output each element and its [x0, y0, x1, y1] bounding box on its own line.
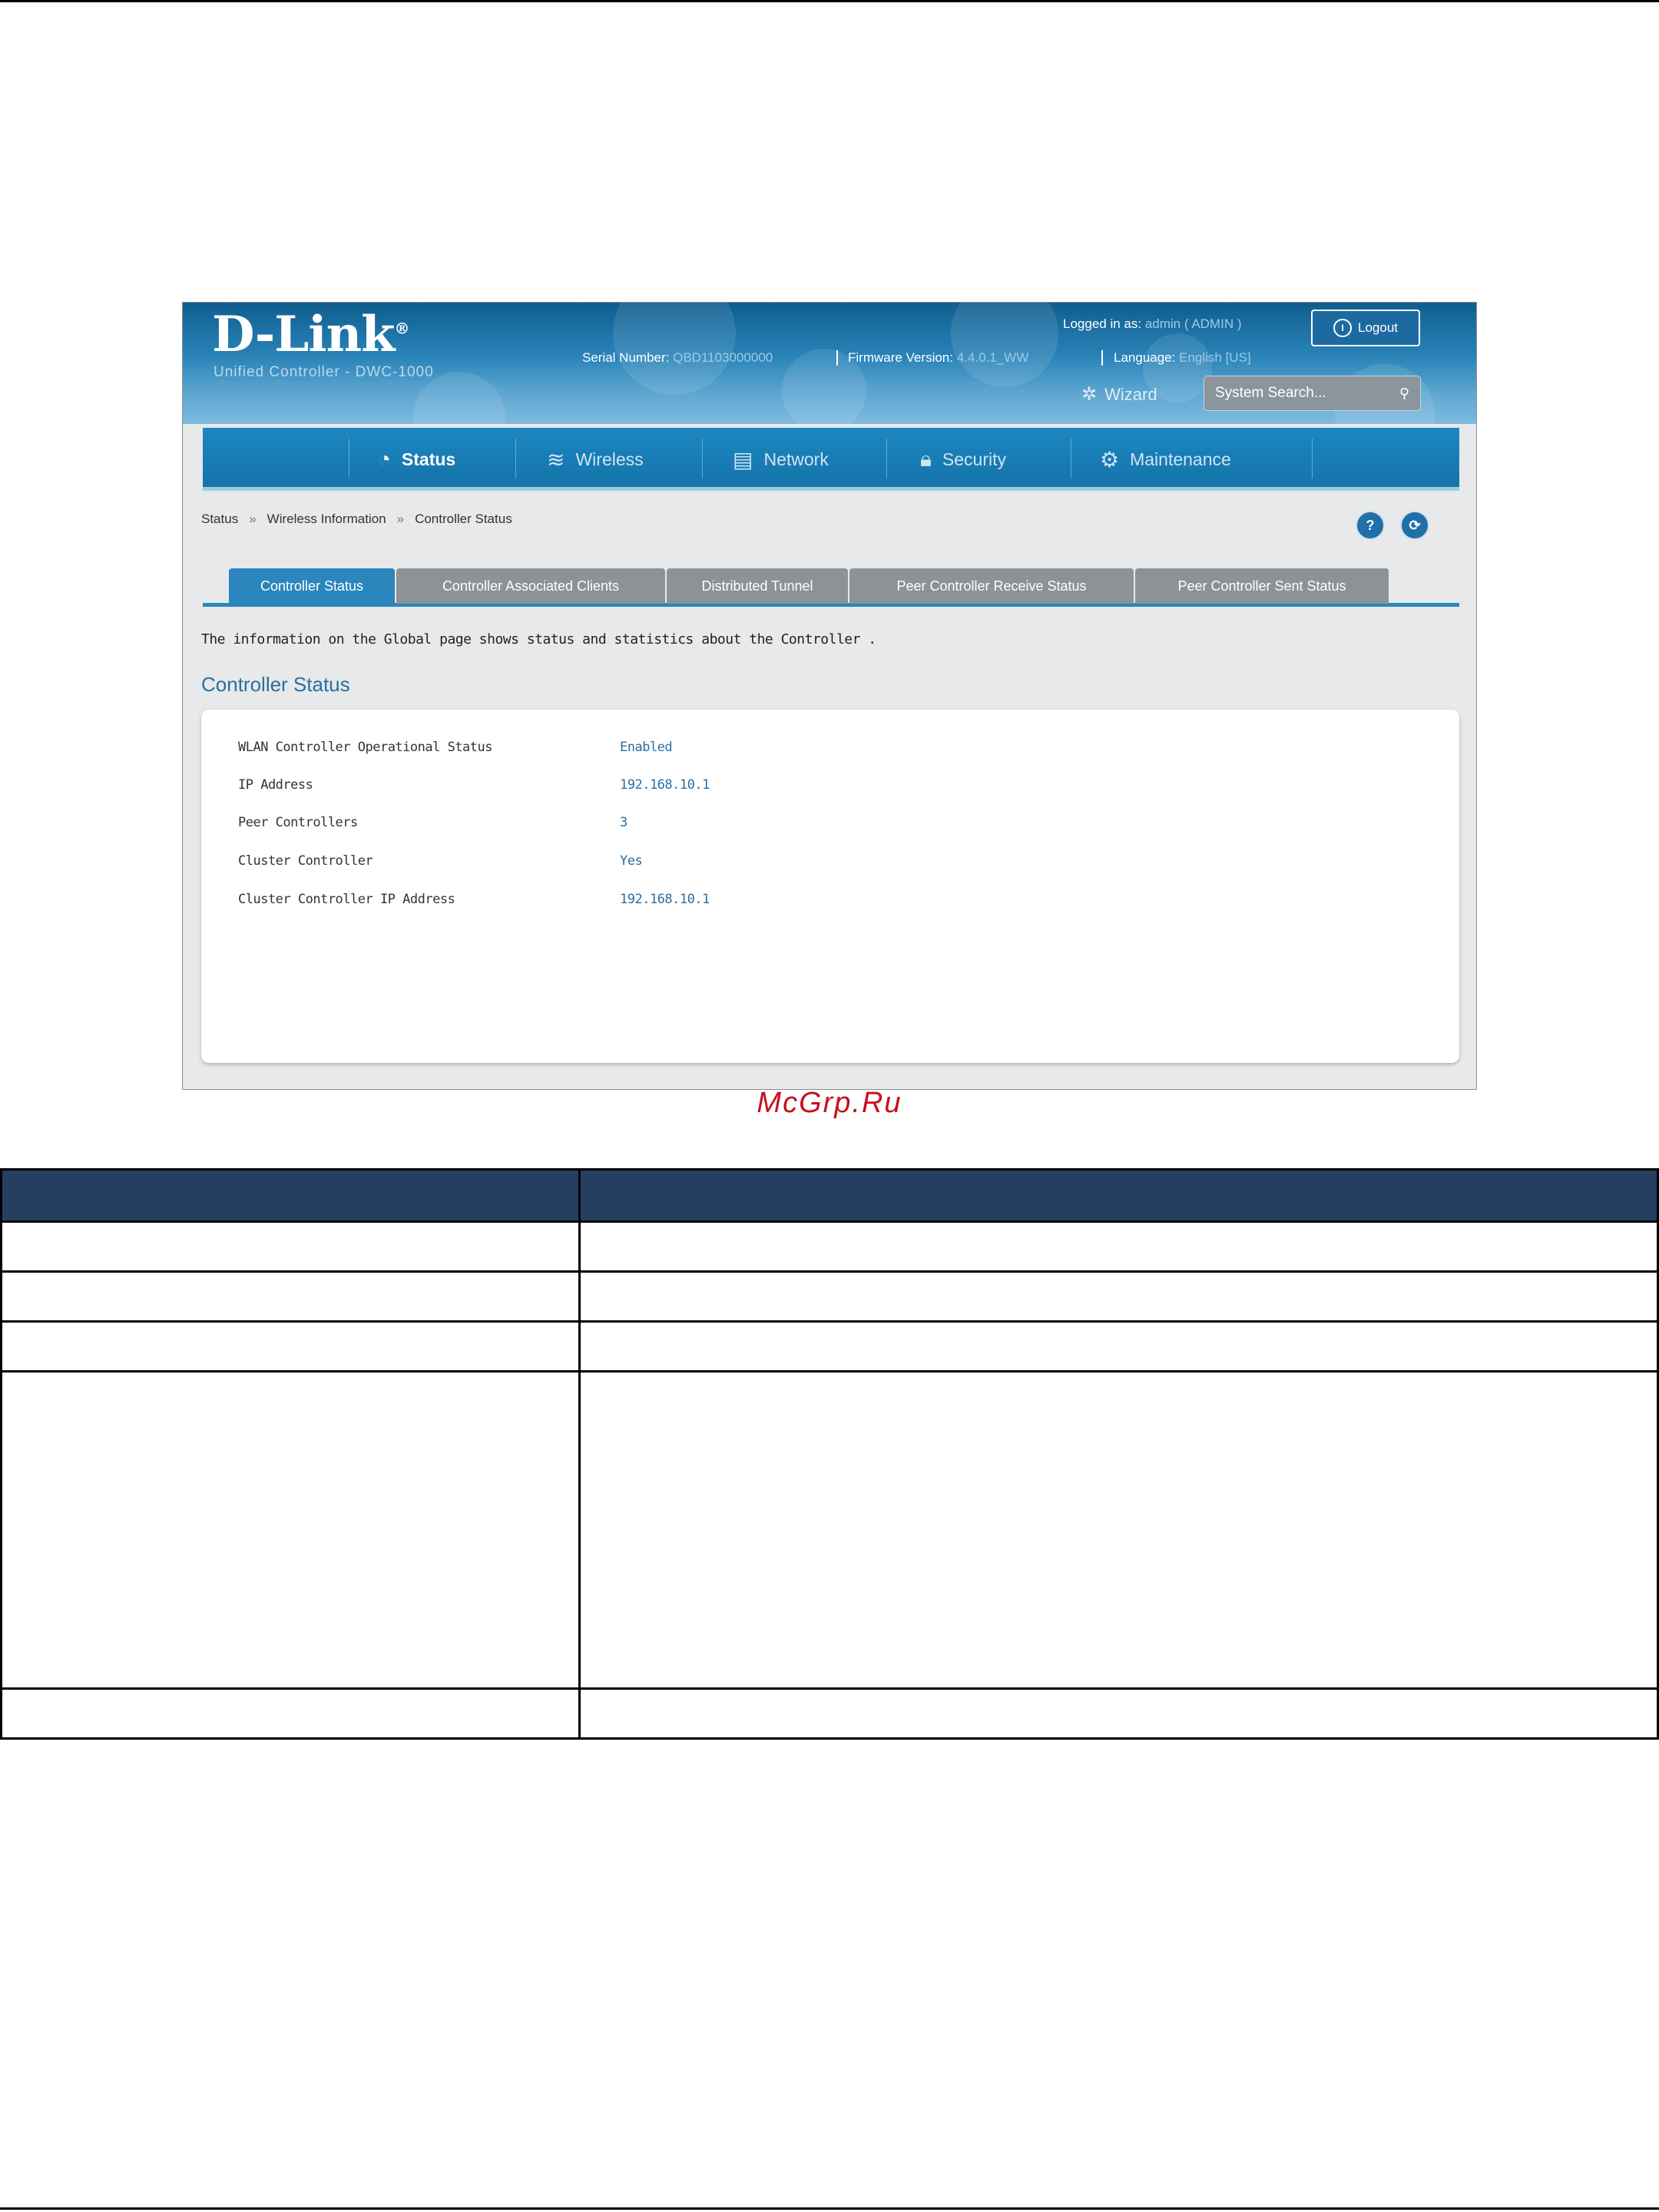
tab-controller-status[interactable]: Controller Status — [229, 568, 395, 604]
logged-in-info: Logged in as: admin ( ADMIN ) — [1063, 316, 1241, 332]
status-panel: WLAN Controller Operational Status Enabl… — [201, 710, 1459, 1063]
header-divider — [836, 350, 838, 366]
status-row: Peer Controllers 3 — [238, 815, 628, 830]
tab-bar: Controller Status Controller Associated … — [203, 568, 1459, 607]
tab-associated-clients[interactable]: Controller Associated Clients — [396, 568, 665, 604]
help-icon[interactable]: ? — [1356, 511, 1385, 540]
power-icon: I — [1333, 319, 1352, 337]
nav-item-network[interactable]: ▤ Network — [733, 428, 829, 491]
firmware-value: 4.4.0.1_WW — [956, 350, 1029, 365]
table-row — [0, 1220, 1659, 1273]
wizard-label: Wizard — [1104, 384, 1157, 404]
page-description: The information on the Global page shows… — [201, 631, 876, 647]
logged-in-role: ( ADMIN ) — [1184, 316, 1242, 331]
header-banner: D-Link® Unified Controller - DWC-1000 Lo… — [183, 303, 1476, 424]
language-info: Language: English [US] — [1114, 350, 1251, 366]
logout-button[interactable]: I Logout — [1311, 310, 1420, 346]
table-row — [0, 1370, 1659, 1690]
document-page: D-Link® Unified Controller - DWC-1000 Lo… — [0, 0, 1659, 2212]
search-input[interactable] — [1215, 385, 1384, 402]
breadcrumb: Status » Wireless Information » Controll… — [201, 512, 512, 527]
system-search[interactable]: ⚲ — [1204, 376, 1421, 411]
gauge-icon: ◔ — [378, 447, 391, 471]
main-nav: ◔ Status ≋ Wireless ▤ Network 🔒︎ Securit… — [203, 428, 1459, 491]
section-title: Controller Status — [201, 673, 350, 696]
top-rule — [0, 0, 1659, 2]
lock-icon: 🔒︎ — [920, 446, 932, 471]
serial-label: Serial Number: — [582, 350, 670, 365]
logout-label: Logout — [1358, 320, 1398, 335]
firmware-info: Firmware Version: 4.4.0.1_WW — [848, 350, 1028, 366]
tab-distributed-tunnel[interactable]: Distributed Tunnel — [667, 568, 848, 604]
controller-screenshot: D-Link® Unified Controller - DWC-1000 Lo… — [182, 302, 1477, 1090]
bottom-rule — [0, 2207, 1659, 2210]
status-row: Cluster Controller IP Address 192.168.10… — [238, 892, 710, 907]
wifi-icon: ≋ — [547, 447, 565, 472]
table-row — [0, 1687, 1659, 1740]
table-header-row — [0, 1168, 1659, 1223]
logged-in-label: Logged in as: — [1063, 316, 1142, 331]
status-row: WLAN Controller Operational Status Enabl… — [238, 740, 673, 755]
logged-in-user: admin — [1144, 316, 1181, 331]
network-icon: ▤ — [733, 447, 753, 472]
nav-item-security[interactable]: 🔒︎ Security — [920, 428, 1006, 491]
gear-icon: ⚙ — [1100, 447, 1120, 472]
serial-info: Serial Number: QBD1103000000 — [582, 350, 773, 366]
tab-peer-receive-status[interactable]: Peer Controller Receive Status — [849, 568, 1134, 604]
wand-icon: ✲ — [1081, 384, 1098, 405]
table-row — [0, 1270, 1659, 1323]
table-header-cell — [578, 1168, 1659, 1223]
field-description-table — [0, 1168, 1659, 1740]
breadcrumb-item: Controller Status — [415, 512, 512, 526]
nav-item-wireless[interactable]: ≋ Wireless — [547, 428, 644, 491]
watermark: McGrp.Ru — [757, 1087, 902, 1119]
nav-item-maintenance[interactable]: ⚙ Maintenance — [1100, 428, 1231, 491]
status-row: Cluster Controller Yes — [238, 853, 643, 869]
search-icon[interactable]: ⚲ — [1399, 386, 1409, 402]
refresh-icon[interactable]: ⟳ — [1400, 511, 1429, 540]
breadcrumb-item[interactable]: Wireless Information — [267, 512, 386, 527]
serial-value: QBD1103000000 — [673, 350, 773, 365]
header-divider — [1101, 350, 1103, 366]
language-label: Language: — [1114, 350, 1176, 365]
language-select[interactable]: English [US] — [1179, 350, 1251, 365]
tab-peer-sent-status[interactable]: Peer Controller Sent Status — [1135, 568, 1389, 604]
table-row — [0, 1320, 1659, 1373]
product-subtitle: Unified Controller - DWC-1000 — [214, 364, 434, 380]
table-header-cell — [0, 1168, 581, 1223]
status-row: IP Address 192.168.10.1 — [238, 777, 710, 793]
nav-item-status[interactable]: ◔ Status — [378, 428, 455, 491]
dlink-logo: D-Link® — [212, 306, 409, 363]
firmware-label: Firmware Version: — [848, 350, 953, 365]
wizard-link[interactable]: ✲ Wizard — [1081, 383, 1157, 406]
breadcrumb-item[interactable]: Status — [201, 512, 238, 527]
